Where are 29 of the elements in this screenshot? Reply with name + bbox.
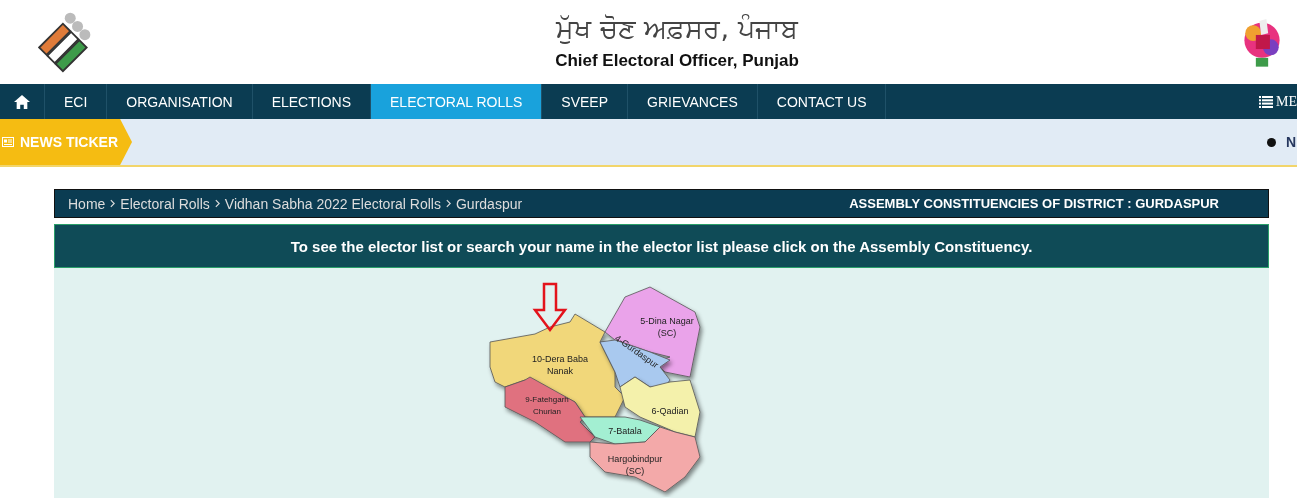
constituency-label[interactable]: 9-Fatehgarh Churian (524, 395, 569, 416)
constituency-label[interactable]: 7-Batala (607, 426, 642, 436)
section-title: ASSEMBLY CONSTITUENCIES OF DISTRICT : GURDASPUR (849, 196, 1219, 211)
constituency-label[interactable]: 5-Dina Nagar (SC) (639, 316, 694, 338)
constituency-label[interactable]: 6-Qadian (651, 406, 688, 416)
news-ticker-label: NEWS TICKER (0, 119, 132, 165)
newspaper-icon (2, 137, 14, 147)
breadcrumb-link[interactable]: Vidhan Sabha 2022 Electoral Rolls (224, 195, 441, 212)
constituency-region[interactable] (504, 376, 595, 443)
news-item[interactable]: N (1285, 134, 1296, 150)
constituency-region[interactable] (589, 426, 700, 493)
site-title: ਮੁੱਖ ਚੋਣ ਅਫ਼ਸਰ, ਪੰਜਾਬ (556, 13, 798, 45)
down-arrow-icon (532, 282, 567, 333)
breadcrumb-link[interactable]: Electoral Rolls (120, 195, 210, 212)
constituency-label[interactable]: 10-Dera Baba Nanak (531, 354, 588, 376)
constituency-region[interactable] (604, 286, 700, 378)
menu-icon (1259, 95, 1273, 108)
constituency-label[interactable]: Hargobindpur (SC) (607, 454, 662, 476)
chevron-icon (214, 199, 220, 208)
constituency-region[interactable] (579, 416, 660, 445)
home-icon (13, 93, 31, 110)
breadcrumb-link[interactable]: Home (68, 195, 106, 212)
menu-button[interactable]: ME (1259, 84, 1297, 119)
chevron-icon (445, 199, 451, 208)
bullet-icon (1266, 137, 1276, 147)
chevron-icon (110, 199, 116, 208)
breadcrumb-link[interactable]: Gurdaspur (455, 195, 523, 212)
instruction-text: To see the elector list or search your name in the elector list please click on the Assembly Constituency. (290, 237, 1033, 255)
site-subtitle: Chief Electoral Officer, Punjab (555, 51, 799, 71)
